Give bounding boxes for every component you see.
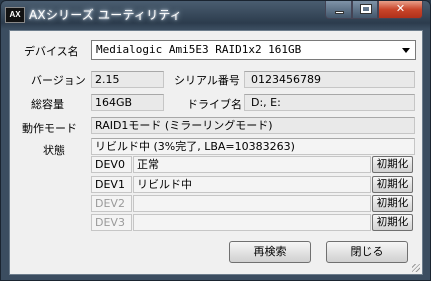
maximize-icon — [360, 4, 372, 14]
dialog-client-area: デバイス名 Medialogic Ami5E3 RAID1x2 161GB バー… — [9, 30, 423, 275]
version-label: バージョン — [31, 74, 86, 87]
dev3-status — [133, 214, 371, 231]
app-icon: AX — [5, 7, 25, 23]
close-icon: ✕ — [395, 2, 406, 15]
close-window-button[interactable]: ✕ — [378, 1, 423, 19]
dev2-label: DEV2 — [91, 195, 132, 212]
maximize-button[interactable] — [352, 1, 378, 19]
serial-field: 0123456789 — [244, 71, 415, 88]
capacity-label: 総容量 — [31, 98, 64, 111]
drive-label: ドライブ名 — [187, 98, 242, 111]
dev0-label: DEV0 — [91, 156, 132, 173]
window-title: AXシリーズ ユーティリティ — [29, 8, 183, 22]
device-name-label: デバイス名 — [24, 45, 79, 58]
device-select-value: Medialogic Ami5E3 RAID1x2 161GB — [96, 43, 302, 56]
device-select[interactable]: Medialogic Ami5E3 RAID1x2 161GB — [91, 40, 416, 60]
minimize-icon — [335, 11, 344, 14]
chevron-down-icon[interactable] — [402, 48, 410, 53]
status-field: リビルド中 (3%完了, LBA=10383263) — [91, 138, 415, 155]
dev0-init-button[interactable]: 初期化 — [372, 156, 413, 173]
dev1-init-button[interactable]: 初期化 — [372, 176, 413, 193]
rescan-button[interactable]: 再検索 — [229, 241, 311, 263]
resize-grip[interactable] — [412, 264, 420, 272]
minimize-button[interactable] — [325, 1, 352, 19]
dev0-status: 正常 — [133, 156, 371, 173]
title-bar[interactable]: AX AXシリーズ ユーティリティ ✕ — [1, 1, 430, 29]
capacity-field: 164GB — [91, 94, 164, 111]
serial-label: シリアル番号 — [174, 74, 240, 87]
mode-label: 動作モード — [22, 122, 77, 135]
dev3-init-button[interactable]: 初期化 — [372, 214, 413, 231]
version-field: 2.15 — [91, 71, 164, 88]
dev2-status — [133, 195, 371, 212]
status-label: 状態 — [43, 144, 65, 157]
close-button[interactable]: 閉じる — [326, 241, 408, 263]
mode-field: RAID1モード (ミラーリングモード) — [91, 117, 415, 134]
drive-field: D:, E: — [244, 94, 415, 111]
dev3-label: DEV3 — [91, 214, 132, 231]
app-window: AX AXシリーズ ユーティリティ ✕ デバイス名 Medialogic Ami… — [0, 0, 431, 281]
dev1-label: DEV1 — [91, 176, 132, 193]
dev1-status: リビルド中 — [133, 176, 371, 193]
dev2-init-button[interactable]: 初期化 — [372, 195, 413, 212]
